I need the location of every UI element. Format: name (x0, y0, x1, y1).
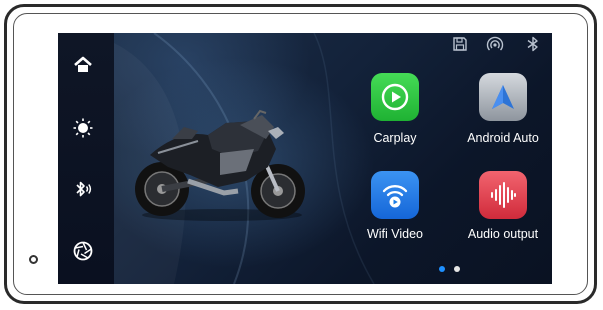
save-icon (453, 37, 467, 51)
audio-output-label[interactable]: Audio output (448, 227, 552, 241)
bluetooth-audio-icon (76, 181, 92, 197)
wifi-video-app-icon[interactable] (371, 171, 419, 219)
audio-waveform-icon (491, 182, 516, 208)
page-indicator[interactable] (454, 266, 460, 272)
side-dock (58, 33, 114, 284)
motorcycle-image (135, 109, 305, 221)
sun-icon (73, 118, 93, 138)
home-hardware-button[interactable] (29, 255, 38, 264)
android-auto-app-icon[interactable] (479, 73, 527, 121)
wifi-video-label[interactable]: Wifi Video (340, 227, 450, 241)
page-indicator-active[interactable] (439, 266, 445, 272)
audio-output-app-icon[interactable] (479, 171, 527, 219)
aperture-icon (73, 241, 93, 261)
carplay-label[interactable]: Carplay (340, 131, 450, 145)
carplay-play-icon (381, 83, 409, 111)
dock-camera-button[interactable] (67, 235, 99, 267)
home-icon (74, 56, 92, 72)
dock-home-button[interactable] (67, 49, 99, 81)
screen: Carplay Android Auto Wifi Video Audio ou… (58, 33, 552, 284)
dock-bluetooth-button[interactable] (67, 173, 99, 205)
android-auto-arrow-icon (492, 85, 514, 109)
dock-brightness-button[interactable] (67, 112, 99, 144)
bluetooth-icon (527, 36, 538, 52)
android-auto-label[interactable]: Android Auto (448, 131, 552, 145)
wifi-video-icon (382, 185, 408, 208)
wifi-signal-icon (486, 36, 504, 51)
carplay-app-icon[interactable] (371, 73, 419, 121)
